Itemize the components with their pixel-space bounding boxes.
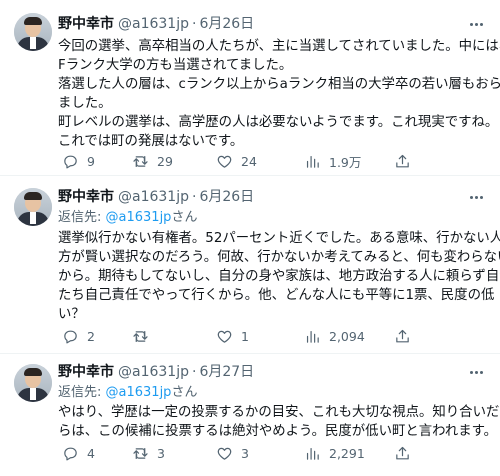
- reply-to-label: 返信先:: [58, 385, 106, 400]
- views-button[interactable]: 1.9万: [304, 151, 361, 171]
- author-handle[interactable]: @a1631jp: [118, 16, 189, 32]
- reply-button[interactable]: 9: [62, 151, 95, 171]
- bar-chart-icon: [306, 330, 319, 343]
- tweet-line: 方が賢い選択なのだろう。何故、行かないか考えてみると、何も変わらない: [58, 250, 500, 265]
- retweet-arrows-icon: [133, 447, 148, 459]
- separator: ·: [191, 189, 197, 205]
- retweet-button[interactable]: [132, 326, 157, 346]
- tweet-actions: 9 29 24 1.9万: [58, 151, 478, 171]
- tweet-date[interactable]: 6月26日: [199, 16, 254, 32]
- tweet-line: 選挙似行かない有権者。52パーセント近くでした。ある意味、行かない人の: [58, 231, 500, 246]
- more-dots-icon[interactable]: [466, 362, 486, 382]
- tweet-text: 今回の選挙、高卒相当の人たちが、主に当選してされていました。中には、 Fランク大…: [58, 37, 500, 151]
- views-count: 1.9万: [329, 154, 362, 170]
- author-name[interactable]: 野中幸市: [58, 364, 114, 380]
- comment-bubble-icon: [64, 155, 77, 168]
- tweet-line: 町レベルの選挙は、高学歴の人は必要ないようでます。これ現実ですね。: [58, 115, 499, 130]
- reply-to-suffix: さん: [171, 210, 198, 225]
- reply-count: 4: [87, 445, 95, 461]
- tweet-date[interactable]: 6月26日: [199, 189, 254, 205]
- reply-button[interactable]: 4: [62, 443, 95, 463]
- retweet-count: 29: [157, 153, 173, 169]
- avatar[interactable]: [14, 364, 52, 402]
- share-upload-icon: [396, 446, 409, 459]
- share-upload-icon: [396, 329, 409, 342]
- like-button[interactable]: 1: [216, 326, 249, 346]
- tweet-line: 落選した人の層は、cランク以上からaランク相当の大学卒の若い層もおられ: [58, 77, 500, 92]
- share-button[interactable]: [394, 443, 411, 463]
- bar-chart-icon: [306, 447, 319, 460]
- separator: ·: [191, 364, 197, 380]
- tweet-header: 野中幸市 @a1631jp · 6月26日: [58, 187, 254, 207]
- tweet-header: 野中幸市 @a1631jp · 6月26日: [58, 14, 254, 34]
- more-dots-icon[interactable]: [466, 187, 486, 207]
- reply-button[interactable]: 2: [62, 326, 95, 346]
- like-count: 3: [241, 445, 249, 461]
- author-handle[interactable]: @a1631jp: [118, 189, 189, 205]
- heart-icon: [217, 447, 232, 460]
- tweet-1[interactable]: 野中幸市 @a1631jp · 6月26日 今回の選挙、高卒相当の人たちが、主に当選し…: [0, 0, 500, 175]
- like-button[interactable]: 24: [216, 151, 257, 171]
- tweet-line: らは、この候補に投票するは絶対やめよう。民度が低い町と言われます。: [58, 424, 498, 439]
- retweet-count: 3: [157, 445, 165, 461]
- tweet-text: やはり、学歴は一定の投票するかの目安、これも大切な視点。知り合いだか らは、この…: [58, 403, 500, 441]
- share-button[interactable]: [394, 151, 411, 171]
- retweet-button[interactable]: 3: [132, 443, 165, 463]
- share-button[interactable]: [394, 326, 411, 346]
- views-button[interactable]: 2,291: [304, 443, 365, 463]
- tweet-3[interactable]: 野中幸市 @a1631jp · 6月27日 返信先: @a1631jpさん やはり、学…: [0, 354, 500, 476]
- heart-icon: [217, 155, 232, 168]
- retweet-button[interactable]: 29: [132, 151, 173, 171]
- tweet-line: やはり、学歴は一定の投票するかの目安、これも大切な視点。知り合いだか: [58, 405, 500, 420]
- tweet-line: 今回の選挙、高卒相当の人たちが、主に当選してされていました。中には、: [58, 39, 500, 54]
- tweet-line: Fランク大学の方も当選されてました。: [58, 58, 293, 73]
- author-name[interactable]: 野中幸市: [58, 16, 114, 32]
- reply-to-line: 返信先: @a1631jpさん: [58, 209, 197, 227]
- reply-count: 9: [87, 153, 95, 169]
- tweet-2[interactable]: 野中幸市 @a1631jp · 6月26日 返信先: @a1631jpさん 選挙似行か…: [0, 176, 500, 353]
- like-count: 1: [241, 328, 249, 344]
- tweet-line: たち自己責任でやって行くから。他、どんな人にも平等に1票、民度の低: [58, 288, 495, 303]
- tweet-actions: 2 1 2,094: [58, 326, 478, 346]
- like-count: 24: [241, 153, 257, 169]
- tweet-line: これでは町の発展はないです。: [58, 134, 244, 149]
- tweet-date[interactable]: 6月27日: [199, 364, 254, 380]
- views-count: 2,291: [329, 445, 365, 461]
- author-name[interactable]: 野中幸市: [58, 189, 114, 205]
- tweet-line: い？: [58, 307, 85, 322]
- heart-icon: [217, 330, 232, 343]
- like-button[interactable]: 3: [216, 443, 249, 463]
- tweet-actions: 4 3 3 2,291: [58, 443, 478, 463]
- comment-bubble-icon: [64, 330, 77, 343]
- retweet-arrows-icon: [133, 155, 148, 167]
- retweet-arrows-icon: [133, 330, 148, 342]
- more-dots-icon[interactable]: [466, 14, 486, 34]
- views-count: 2,094: [329, 328, 365, 344]
- separator: ·: [191, 16, 197, 32]
- reply-to-mention[interactable]: @a1631jp: [106, 210, 172, 225]
- avatar[interactable]: [14, 13, 52, 51]
- reply-to-suffix: さん: [171, 385, 198, 400]
- tweet-line: ました。: [58, 96, 112, 111]
- tweet-text: 選挙似行かない有権者。52パーセント近くでした。ある意味、行かない人の 方が賢い…: [58, 229, 500, 324]
- reply-to-line: 返信先: @a1631jpさん: [58, 384, 197, 402]
- avatar[interactable]: [14, 188, 52, 226]
- tweet-line: から。期待もしてないし、自分の身や家族は、地方政治する人に頼らず自分: [58, 269, 500, 284]
- reply-to-mention[interactable]: @a1631jp: [106, 385, 172, 400]
- views-button[interactable]: 2,094: [304, 326, 365, 346]
- share-upload-icon: [396, 154, 409, 167]
- reply-to-label: 返信先:: [58, 210, 106, 225]
- comment-bubble-icon: [64, 447, 77, 460]
- reply-count: 2: [87, 328, 95, 344]
- tweet-header: 野中幸市 @a1631jp · 6月27日: [58, 362, 254, 382]
- bar-chart-icon: [306, 155, 319, 168]
- author-handle[interactable]: @a1631jp: [118, 364, 189, 380]
